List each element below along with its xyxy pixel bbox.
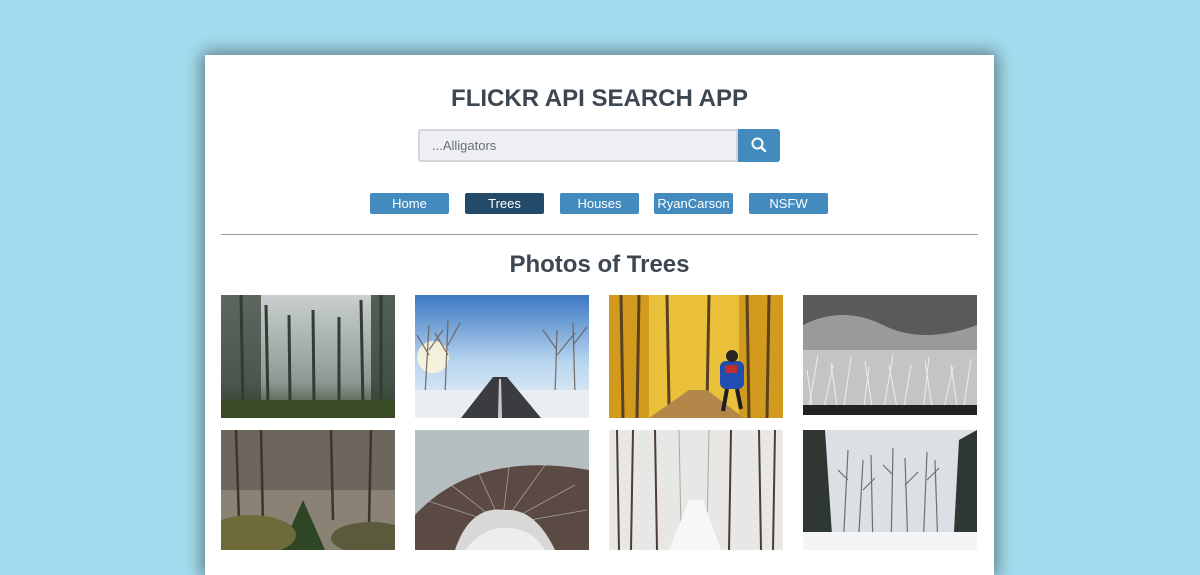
main-nav: Home Trees Houses RyanCarson NSFW [205, 193, 994, 215]
nav-houses[interactable]: Houses [560, 193, 639, 214]
photo-thumbnail[interactable] [803, 430, 977, 550]
search-input[interactable] [418, 129, 738, 162]
app-title: FLICKR API SEARCH APP [451, 85, 748, 112]
photo-thumbnail[interactable] [221, 295, 395, 418]
app-card: FLICKR API SEARCH APP Home Trees Houses … [205, 55, 994, 575]
photo-thumbnail[interactable] [803, 295, 977, 415]
search-icon [751, 137, 767, 153]
divider [221, 234, 978, 235]
nav-home[interactable]: Home [370, 193, 449, 214]
search-form [418, 129, 780, 162]
photo-thumbnail[interactable] [415, 430, 589, 550]
search-button[interactable] [738, 129, 780, 162]
nav-trees[interactable]: Trees [465, 193, 544, 214]
photo-thumbnail[interactable] [609, 295, 783, 418]
nav-ryancarson[interactable]: RyanCarson [654, 193, 733, 214]
photo-thumbnail[interactable] [609, 430, 783, 550]
nav-nsfw[interactable]: NSFW [749, 193, 828, 214]
photo-thumbnail[interactable] [415, 295, 589, 418]
photo-thumbnail[interactable] [221, 430, 395, 550]
gallery-heading: Photos of Trees [509, 251, 690, 278]
